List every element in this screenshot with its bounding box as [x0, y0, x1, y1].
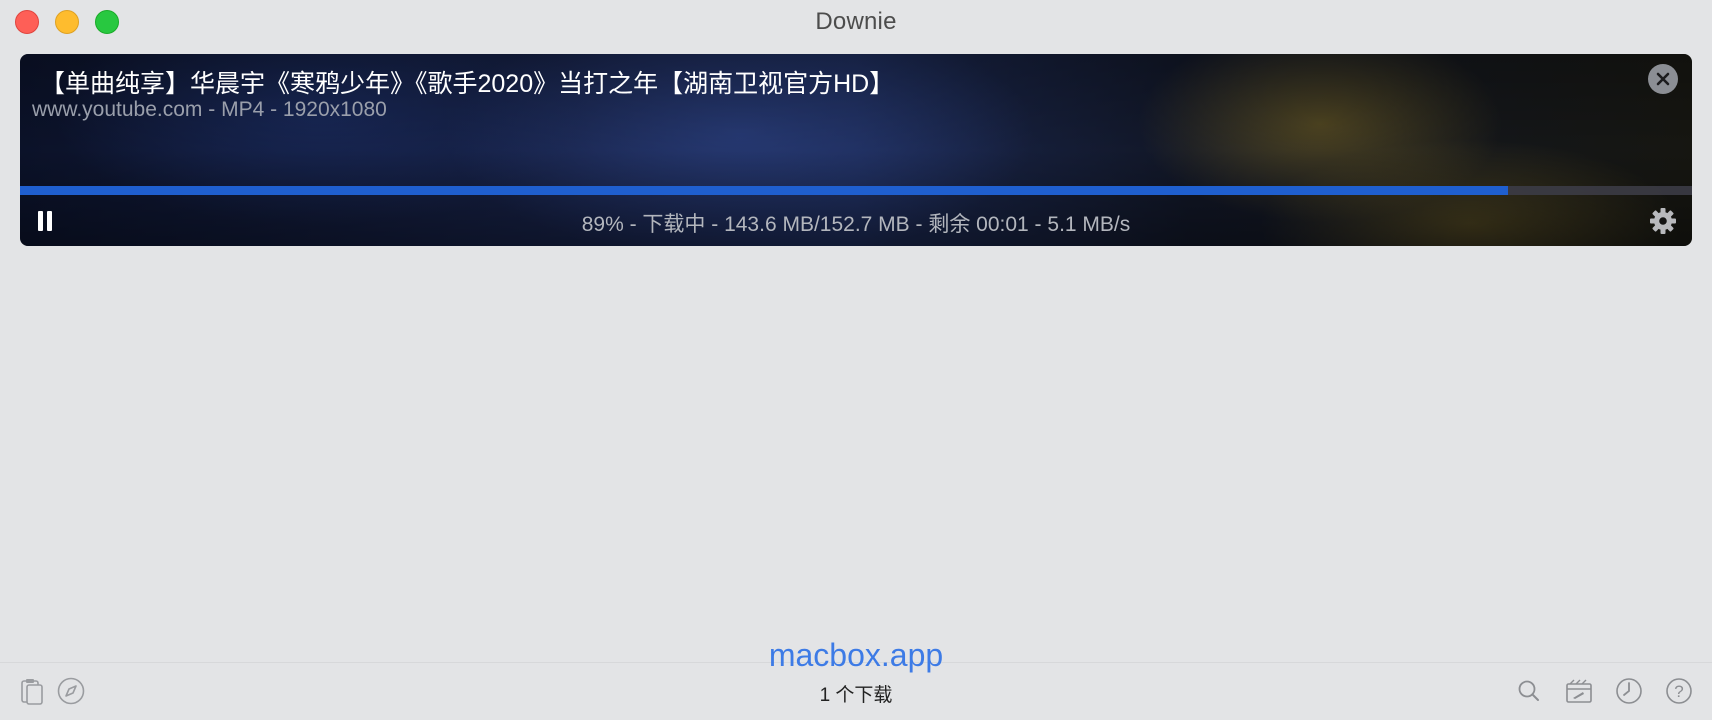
history-clock-icon: [1616, 678, 1642, 704]
search-button[interactable]: [1514, 676, 1544, 706]
svg-text:?: ?: [1674, 682, 1683, 701]
download-count: 1 个下载: [819, 685, 893, 706]
download-title: 【单曲纯享】华晨宇《寒鸦少年》《歌手2020》当打之年【湖南卫视官方HD】: [40, 70, 895, 98]
watermark: macbox.app: [768, 637, 944, 673]
progress-bar: [20, 186, 1692, 195]
progress-fill: [20, 186, 1509, 195]
download-meta: www.youtube.com - MP4 - 1920x1080: [32, 98, 387, 121]
browser-button[interactable]: [56, 676, 86, 706]
remove-download-button[interactable]: [1648, 64, 1678, 94]
compass-icon: [57, 677, 85, 705]
postprocessing-button[interactable]: [1564, 676, 1594, 706]
paste-link-button[interactable]: [18, 676, 48, 706]
search-icon: [1518, 680, 1539, 701]
clipboard-icon: [21, 679, 43, 705]
downie-window: Downie 【单曲纯享】华晨宇《寒鸦少年》《歌手2020》当打之年【湖南卫视官…: [0, 0, 1712, 720]
download-settings-button[interactable]: [1648, 206, 1678, 236]
window-title: Downie: [815, 8, 897, 35]
download-status: 89% - 下载中 - 143.6 MB/152.7 MB - 剩余 00:01…: [581, 213, 1131, 236]
gear-icon: [1650, 208, 1676, 234]
close-icon: [1656, 72, 1670, 86]
title-bar: Downie: [0, 0, 1712, 46]
download-item[interactable]: 【单曲纯享】华晨宇《寒鸦少年》《歌手2020》当打之年【湖南卫视官方HD】 ww…: [20, 54, 1692, 246]
post-processing-icon: [1566, 679, 1592, 703]
help-icon: ?: [1666, 678, 1692, 704]
help-button[interactable]: ?: [1664, 676, 1694, 706]
history-button[interactable]: [1614, 676, 1644, 706]
